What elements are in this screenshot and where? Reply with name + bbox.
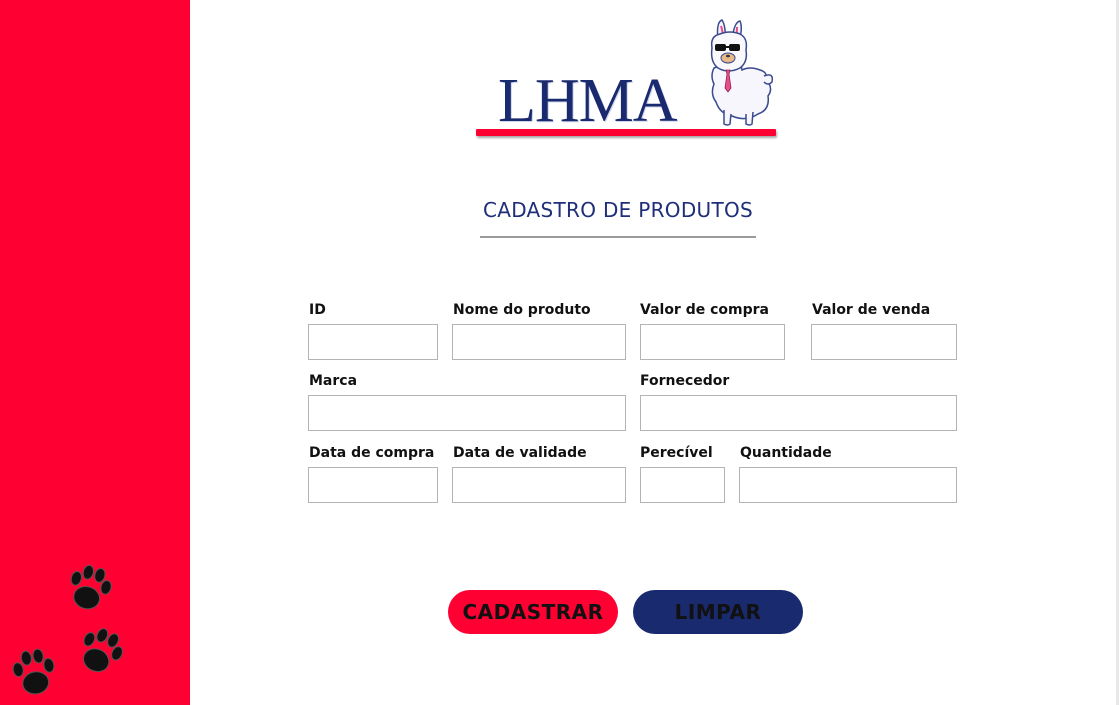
logo: LHMA bbox=[476, 18, 778, 140]
logo-text: LHMA bbox=[498, 67, 678, 135]
id-input[interactable] bbox=[308, 324, 438, 360]
supplier-input[interactable] bbox=[640, 395, 957, 431]
sale-price-label: Valor de venda bbox=[812, 302, 931, 318]
paw-print-icon bbox=[70, 564, 112, 610]
clear-button[interactable]: LIMPAR bbox=[633, 590, 803, 634]
purchase-date-input[interactable] bbox=[308, 467, 438, 503]
perishable-label: Perecível bbox=[640, 445, 713, 461]
purchase-price-input[interactable] bbox=[640, 324, 785, 360]
paw-print-icon bbox=[83, 628, 123, 673]
perishable-input[interactable] bbox=[640, 467, 725, 503]
id-label: ID bbox=[309, 302, 326, 318]
expiry-date-label: Data de validade bbox=[453, 445, 587, 461]
title-divider bbox=[480, 236, 756, 238]
brand-label: Marca bbox=[309, 373, 358, 389]
logo-underline bbox=[476, 129, 776, 136]
expiry-date-input[interactable] bbox=[452, 467, 626, 503]
sidebar bbox=[0, 0, 190, 705]
product-name-input[interactable] bbox=[452, 324, 626, 360]
quantity-input[interactable] bbox=[739, 467, 957, 503]
page-title: CADASTRO DE PRODUTOS bbox=[482, 198, 754, 222]
sale-price-input[interactable] bbox=[811, 324, 957, 360]
llama-icon bbox=[710, 19, 774, 126]
quantity-label: Quantidade bbox=[740, 445, 832, 461]
brand-input[interactable] bbox=[308, 395, 626, 431]
supplier-label: Fornecedor bbox=[640, 373, 730, 389]
purchase-price-label: Valor de compra bbox=[640, 302, 769, 318]
register-button[interactable]: CADASTRAR bbox=[448, 590, 618, 634]
paw-print-icon bbox=[12, 648, 55, 695]
product-name-label: Nome do produto bbox=[453, 302, 591, 318]
purchase-date-label: Data de compra bbox=[309, 445, 435, 461]
